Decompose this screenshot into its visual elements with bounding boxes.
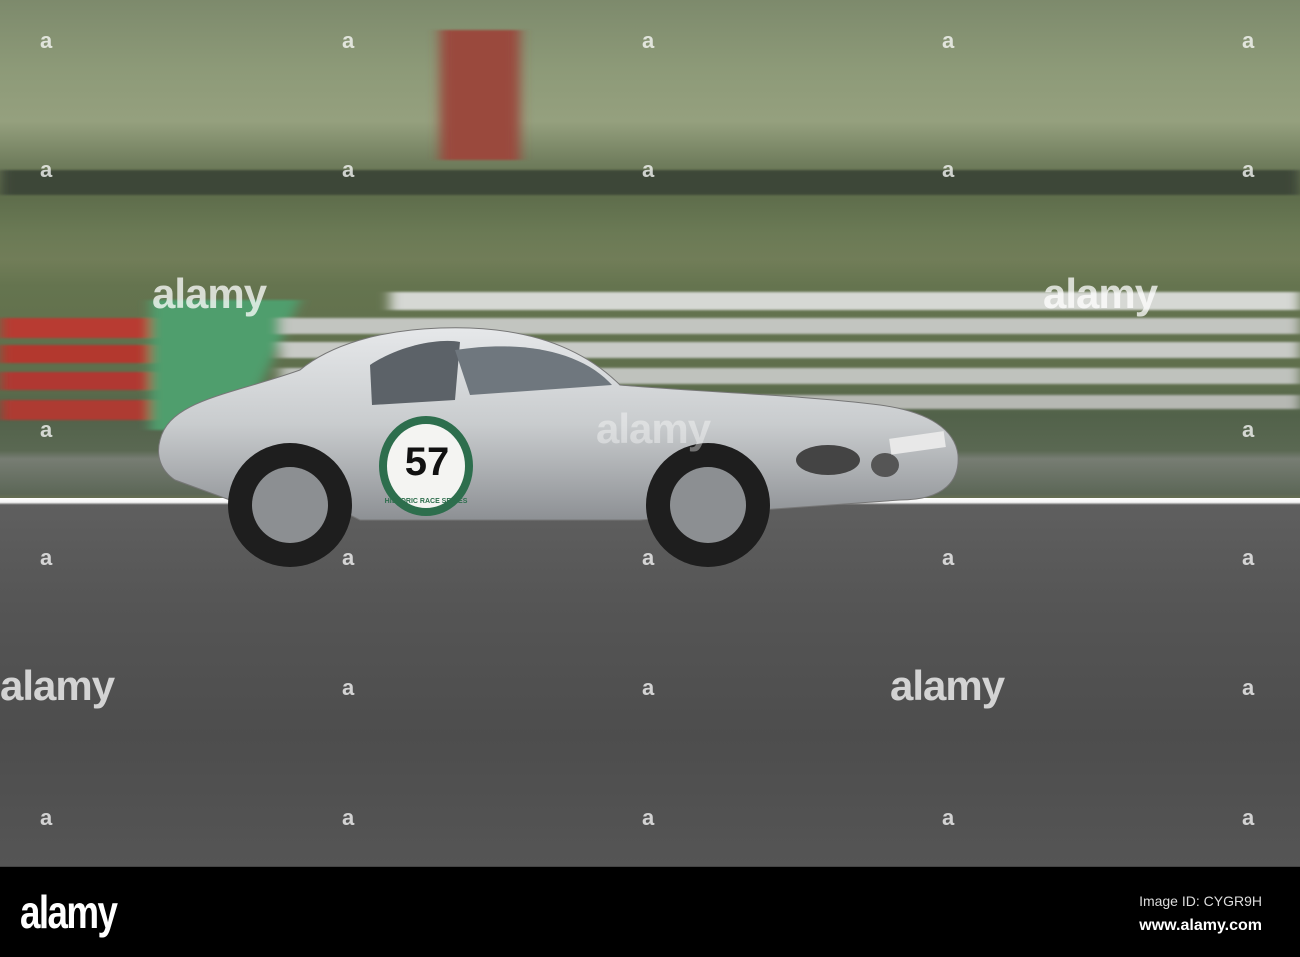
watermark-mark: a	[642, 805, 655, 830]
footer-bar: alamy Image ID: CYGR9H www.alamy.com	[0, 866, 1300, 957]
watermark-mark: a	[642, 28, 655, 53]
watermark-mark: a	[642, 545, 655, 570]
watermark-mark: a	[1242, 28, 1255, 53]
watermark-mark: a	[942, 545, 955, 570]
watermark-mark: a	[342, 805, 355, 830]
watermark-mark: a	[40, 28, 53, 53]
watermark-mark: a	[1242, 417, 1255, 442]
watermark-mark: a	[942, 157, 955, 182]
watermark-mark: a	[942, 805, 955, 830]
watermark-mark: a	[40, 417, 53, 442]
watermark-mark: a	[1242, 545, 1255, 570]
watermark-mark: a	[342, 675, 355, 700]
watermark-mark: a	[40, 805, 53, 830]
car-number: 57	[404, 440, 450, 484]
alamy-logo: alamy	[20, 886, 118, 938]
race-car-photo: 57 HISTORIC RACE SERIES alamy alamy alam…	[0, 0, 1300, 866]
watermark-mark: a	[642, 675, 655, 700]
watermark-mark: a	[642, 157, 655, 182]
watermark-mark: a	[342, 545, 355, 570]
badge-text: HISTORIC RACE SERIES	[384, 498, 468, 505]
watermark-mark: a	[1242, 157, 1255, 182]
race-car	[158, 327, 959, 567]
watermark-mark: a	[342, 157, 355, 182]
website-link[interactable]: www.alamy.com	[1139, 917, 1262, 935]
watermark-mark: a	[40, 157, 53, 182]
watermark: alamy	[596, 405, 711, 452]
watermark: alamy	[1043, 270, 1158, 317]
watermark-mark: a	[342, 28, 355, 53]
watermark: alamy	[152, 270, 267, 317]
background-blur	[0, 30, 1300, 430]
watermark-mark: a	[942, 28, 955, 53]
image-id: Image ID: CYGR9H	[1139, 893, 1262, 909]
watermark-mark: a	[1242, 805, 1255, 830]
watermark-mark: a	[40, 545, 53, 570]
watermark-mark: a	[1242, 675, 1255, 700]
watermark: alamy	[890, 662, 1005, 709]
watermark: alamy	[0, 662, 115, 709]
